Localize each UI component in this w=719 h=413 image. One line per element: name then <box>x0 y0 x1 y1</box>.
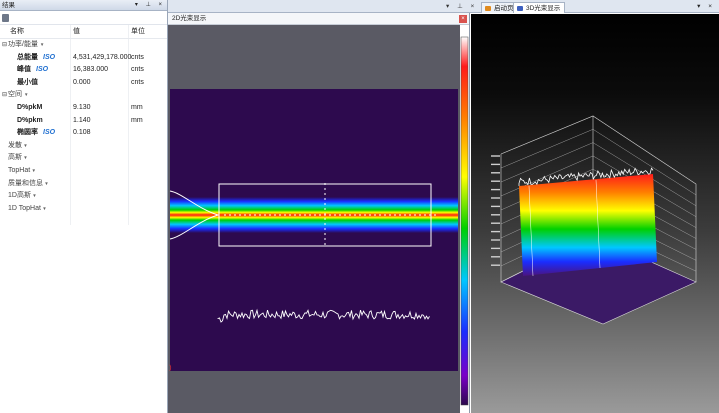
iso-badge: ISO <box>43 129 56 137</box>
measurement-value: 9.130 <box>73 103 91 111</box>
grid-line <box>592 115 697 185</box>
measurement-name: 峰值 <box>17 66 31 74</box>
beam-surface <box>519 174 657 276</box>
tab-3d-beam-display[interactable]: 3D光束显示 <box>513 2 566 13</box>
results-panel-title: 结果 <box>2 2 15 9</box>
iso-badge: ISO <box>43 53 56 61</box>
measurement-value: 1.140 <box>73 116 91 124</box>
table-row[interactable]: 峰值 ISO 16,383.000 cnts <box>0 64 167 77</box>
measurement-unit: cnts <box>131 53 144 61</box>
measurement-unit: mm <box>131 103 143 111</box>
beam-3d-canvas[interactable] <box>471 14 719 413</box>
beam-2d-title: 2D光束显示 <box>172 15 207 22</box>
chevron-down-icon[interactable]: ▼ <box>43 181 48 186</box>
group-label: 功率/能量 <box>8 41 38 48</box>
chevron-down-icon[interactable]: ▼ <box>40 42 44 47</box>
measurement-name: D%pkM <box>17 103 43 111</box>
measurement-unit: cnts <box>131 66 144 74</box>
collapsed-group[interactable]: 高斯 ▼ <box>0 152 167 165</box>
table-row[interactable]: 总能量 ISO 4,531,429,178.000 cnts <box>0 52 167 65</box>
collapsed-group[interactable]: 质量和信息 ▼ <box>0 178 167 191</box>
measurement-value: 16,383.000 <box>73 66 109 74</box>
group-label: 空间 <box>8 91 22 99</box>
tab-label: 3D光束显示 <box>526 5 561 12</box>
beam-2d-panel: 2D光束显示 × ⟩ <box>168 13 470 413</box>
measurement-name: 总能量 <box>17 53 38 61</box>
column-name[interactable]: 名称 <box>0 25 70 39</box>
measurement-name: 椭圆率 <box>17 129 38 137</box>
panel-pin-controls[interactable]: ▾ ⊥ × <box>446 0 477 13</box>
beam-3d-view[interactable] <box>471 14 719 413</box>
group-label: 质量和信息 <box>8 179 43 187</box>
group-power[interactable]: ⊟功率/能量 ▼ <box>0 39 167 52</box>
z-axis-ticks <box>491 155 500 266</box>
measurement-value: 0.000 <box>73 78 91 86</box>
tab-label: 启动页 <box>494 5 514 12</box>
group-label: 1D高斯 <box>8 192 31 200</box>
colorbar <box>460 36 469 406</box>
close-icon[interactable]: × <box>459 15 467 23</box>
beam-profiler-window: 结果 ▾ ⊥ × 名称 值 单位 ⊟功率/能量 ▼ 总能量 ISO 4,531,42… <box>0 0 719 413</box>
chevron-down-icon[interactable]: ▼ <box>30 168 35 173</box>
collapsed-group[interactable]: 1D TopHat ▼ <box>0 203 167 216</box>
results-toolbar <box>0 11 167 25</box>
beam-2d-header: 2D光束显示 × <box>168 13 469 25</box>
results-panel-controls[interactable]: ▾ ⊥ × <box>135 0 165 11</box>
beam-2d-canvas[interactable]: ⟩ <box>168 25 470 413</box>
measurement-value: 4,531,429,178.000 <box>73 53 132 61</box>
collapsed-group[interactable]: 1D高斯 ▼ <box>0 190 167 203</box>
table-row[interactable]: 椭圆率 ISO 0.108 <box>0 127 167 140</box>
table-header: 名称 值 单位 <box>0 25 167 39</box>
measurement-name: 最小值 <box>17 78 38 86</box>
document-tab-strip: ▾ ⊥ × 启动页 3D光束显示 ▾ × <box>168 0 719 13</box>
results-icon[interactable] <box>2 14 9 22</box>
group-label: 高斯 <box>8 154 22 162</box>
results-panel: 结果 ▾ ⊥ × 名称 值 单位 ⊟功率/能量 ▼ 总能量 ISO 4,531,42… <box>0 0 168 413</box>
group-label: 1D TopHat <box>8 204 41 212</box>
results-panel-header: 结果 ▾ ⊥ × <box>0 0 167 11</box>
table-row[interactable]: 最小值 0.000 cnts <box>0 77 167 90</box>
results-table: 名称 值 单位 ⊟功率/能量 ▼ 总能量 ISO 4,531,429,178.000… <box>0 25 167 225</box>
iso-badge: ISO <box>36 66 49 74</box>
chevron-down-icon[interactable]: ▼ <box>22 155 27 160</box>
measurement-value: 0.108 <box>73 129 91 137</box>
chevron-down-icon[interactable]: ▼ <box>22 143 27 148</box>
table-row[interactable]: D%pkm 1.140 mm <box>0 115 167 128</box>
chevron-down-icon[interactable]: ▼ <box>41 206 46 211</box>
group-label: 发散 <box>8 141 22 149</box>
chevron-down-icon[interactable]: ▼ <box>24 92 28 97</box>
column-unit[interactable]: 单位 <box>131 25 145 39</box>
red-marker-icon: ⟩ <box>169 364 172 372</box>
chevron-down-icon[interactable]: ▼ <box>31 193 36 198</box>
document-controls[interactable]: ▾ × <box>697 0 715 13</box>
cube-icon <box>517 6 523 11</box>
collapsed-group[interactable]: 发散 ▼ <box>0 140 167 153</box>
collapsed-group[interactable]: TopHat ▼ <box>0 165 167 178</box>
home-icon <box>485 6 491 11</box>
measurement-name: D%pkm <box>17 116 43 124</box>
group-label: TopHat <box>8 166 31 174</box>
measurement-unit: mm <box>131 116 143 124</box>
measurement-unit: cnts <box>131 78 144 86</box>
group-space[interactable]: ⊟空间 ▼ <box>0 89 167 102</box>
column-value[interactable]: 值 <box>73 25 80 39</box>
table-row[interactable]: D%pkM 9.130 mm <box>0 102 167 115</box>
